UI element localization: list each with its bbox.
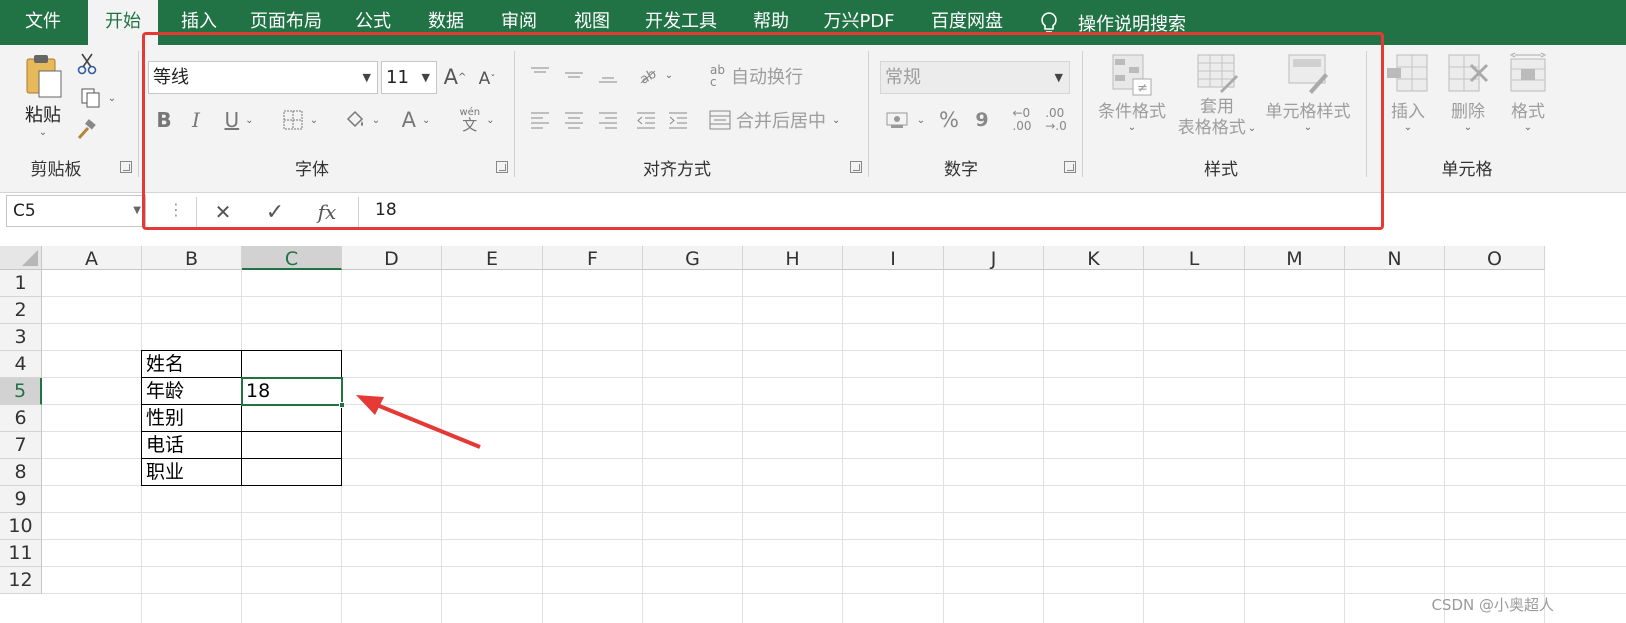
- paste-label: 粘贴: [25, 105, 61, 126]
- row-header-2[interactable]: 2: [0, 297, 42, 324]
- cell-B4[interactable]: 姓名: [142, 351, 242, 378]
- divider: [138, 51, 139, 177]
- column-header-A[interactable]: A: [42, 246, 142, 270]
- tab-0[interactable]: 文件: [14, 0, 72, 45]
- column-header-I[interactable]: I: [843, 246, 944, 270]
- format-cells-label: 格式: [1511, 102, 1545, 122]
- worksheet-grid: A B C D E F G H I J K L M N O 1 2 3 4 5 6 7 8 9 10 11 12 姓名 年龄 性别 电话 职业…: [0, 246, 1626, 623]
- clipboard-group-label: 剪贴板: [30, 160, 82, 180]
- chevron-down-icon: ⌄: [1403, 122, 1413, 133]
- name-box-value: C5: [13, 201, 36, 221]
- gridline: [42, 323, 1626, 324]
- column-header-L[interactable]: L: [1144, 246, 1245, 270]
- column-header-M[interactable]: M: [1245, 246, 1345, 270]
- fill-handle[interactable]: [339, 402, 345, 408]
- format-cells-icon: [1509, 52, 1547, 92]
- column-header-E[interactable]: E: [442, 246, 543, 270]
- column-header-F[interactable]: F: [543, 246, 643, 270]
- gridline: [42, 566, 1626, 567]
- column-header-C[interactable]: C: [242, 246, 342, 270]
- chevron-down-icon: ⌄: [1463, 122, 1473, 133]
- column-header-G[interactable]: G: [643, 246, 743, 270]
- row-header-11[interactable]: 11: [0, 540, 42, 567]
- column-header-H[interactable]: H: [743, 246, 843, 270]
- chevron-down-icon: ⌄: [107, 92, 117, 104]
- gridline: [42, 296, 1626, 297]
- format-cells-button[interactable]: 格式 ⌄: [1502, 51, 1554, 147]
- column-header-J[interactable]: J: [944, 246, 1044, 270]
- row-header-3[interactable]: 3: [0, 324, 42, 351]
- scissors-icon: [77, 53, 97, 75]
- row-header-7[interactable]: 7: [0, 432, 42, 459]
- copy-icon: [81, 88, 100, 108]
- insert-cells-label: 插入: [1391, 102, 1425, 122]
- name-box[interactable]: C5 ▼: [6, 195, 146, 227]
- select-all-button[interactable]: [0, 246, 42, 270]
- gridline: [42, 512, 1626, 513]
- insert-cells-icon: [1387, 54, 1428, 92]
- chevron-down-icon: ⌄: [38, 127, 48, 138]
- gridline: [42, 593, 1626, 594]
- annotation-red-box: [142, 32, 1384, 230]
- format-painter-button[interactable]: [76, 119, 98, 141]
- row-header-1[interactable]: 1: [0, 270, 42, 297]
- paste-button[interactable]: 粘贴 ⌄: [14, 53, 72, 143]
- cells-group-label: 单元格: [1441, 160, 1493, 180]
- row-header-9[interactable]: 9: [0, 486, 42, 513]
- lightbulb-icon: [1041, 11, 1057, 33]
- column-header-O[interactable]: O: [1445, 246, 1545, 270]
- row-header-8[interactable]: 8: [0, 459, 42, 486]
- delete-cells-label: 删除: [1451, 102, 1485, 122]
- watermark: CSDN @小奥超人: [1431, 596, 1554, 614]
- column-header-D[interactable]: D: [342, 246, 442, 270]
- cell-B8[interactable]: 职业: [142, 459, 242, 486]
- paste-icon: [26, 55, 62, 98]
- insert-cells-button[interactable]: 插入 ⌄: [1382, 51, 1434, 147]
- row-header-5[interactable]: 5: [0, 378, 42, 405]
- row-header-12[interactable]: 12: [0, 567, 42, 594]
- row-header-4[interactable]: 4: [0, 351, 42, 378]
- brush-icon: [77, 119, 96, 140]
- column-header-N[interactable]: N: [1345, 246, 1445, 270]
- cell-B6[interactable]: 性别: [142, 405, 242, 432]
- row-header-6[interactable]: 6: [0, 405, 42, 432]
- cell-B5[interactable]: 年龄: [142, 378, 242, 405]
- clipboard-dialog-launcher[interactable]: [120, 161, 132, 173]
- copy-button[interactable]: ⌄: [76, 87, 120, 109]
- delete-cells-button[interactable]: 删除 ⌄: [1442, 51, 1494, 147]
- cell-B7[interactable]: 电话: [142, 432, 242, 459]
- delete-cells-icon: [1448, 54, 1489, 92]
- chevron-down-icon: ⌄: [1523, 122, 1533, 133]
- cut-button[interactable]: [76, 53, 98, 75]
- chevron-down-icon: ▼: [133, 205, 141, 216]
- annotation-arrow: [356, 395, 481, 449]
- column-header-B[interactable]: B: [142, 246, 242, 270]
- row-header-10[interactable]: 10: [0, 513, 42, 540]
- column-header-K[interactable]: K: [1044, 246, 1144, 270]
- gridline: [42, 539, 1626, 540]
- active-cell-outline[interactable]: [241, 377, 343, 406]
- excel-window: { "tabs":[ {"label":"文件","active":false}…: [0, 0, 1626, 623]
